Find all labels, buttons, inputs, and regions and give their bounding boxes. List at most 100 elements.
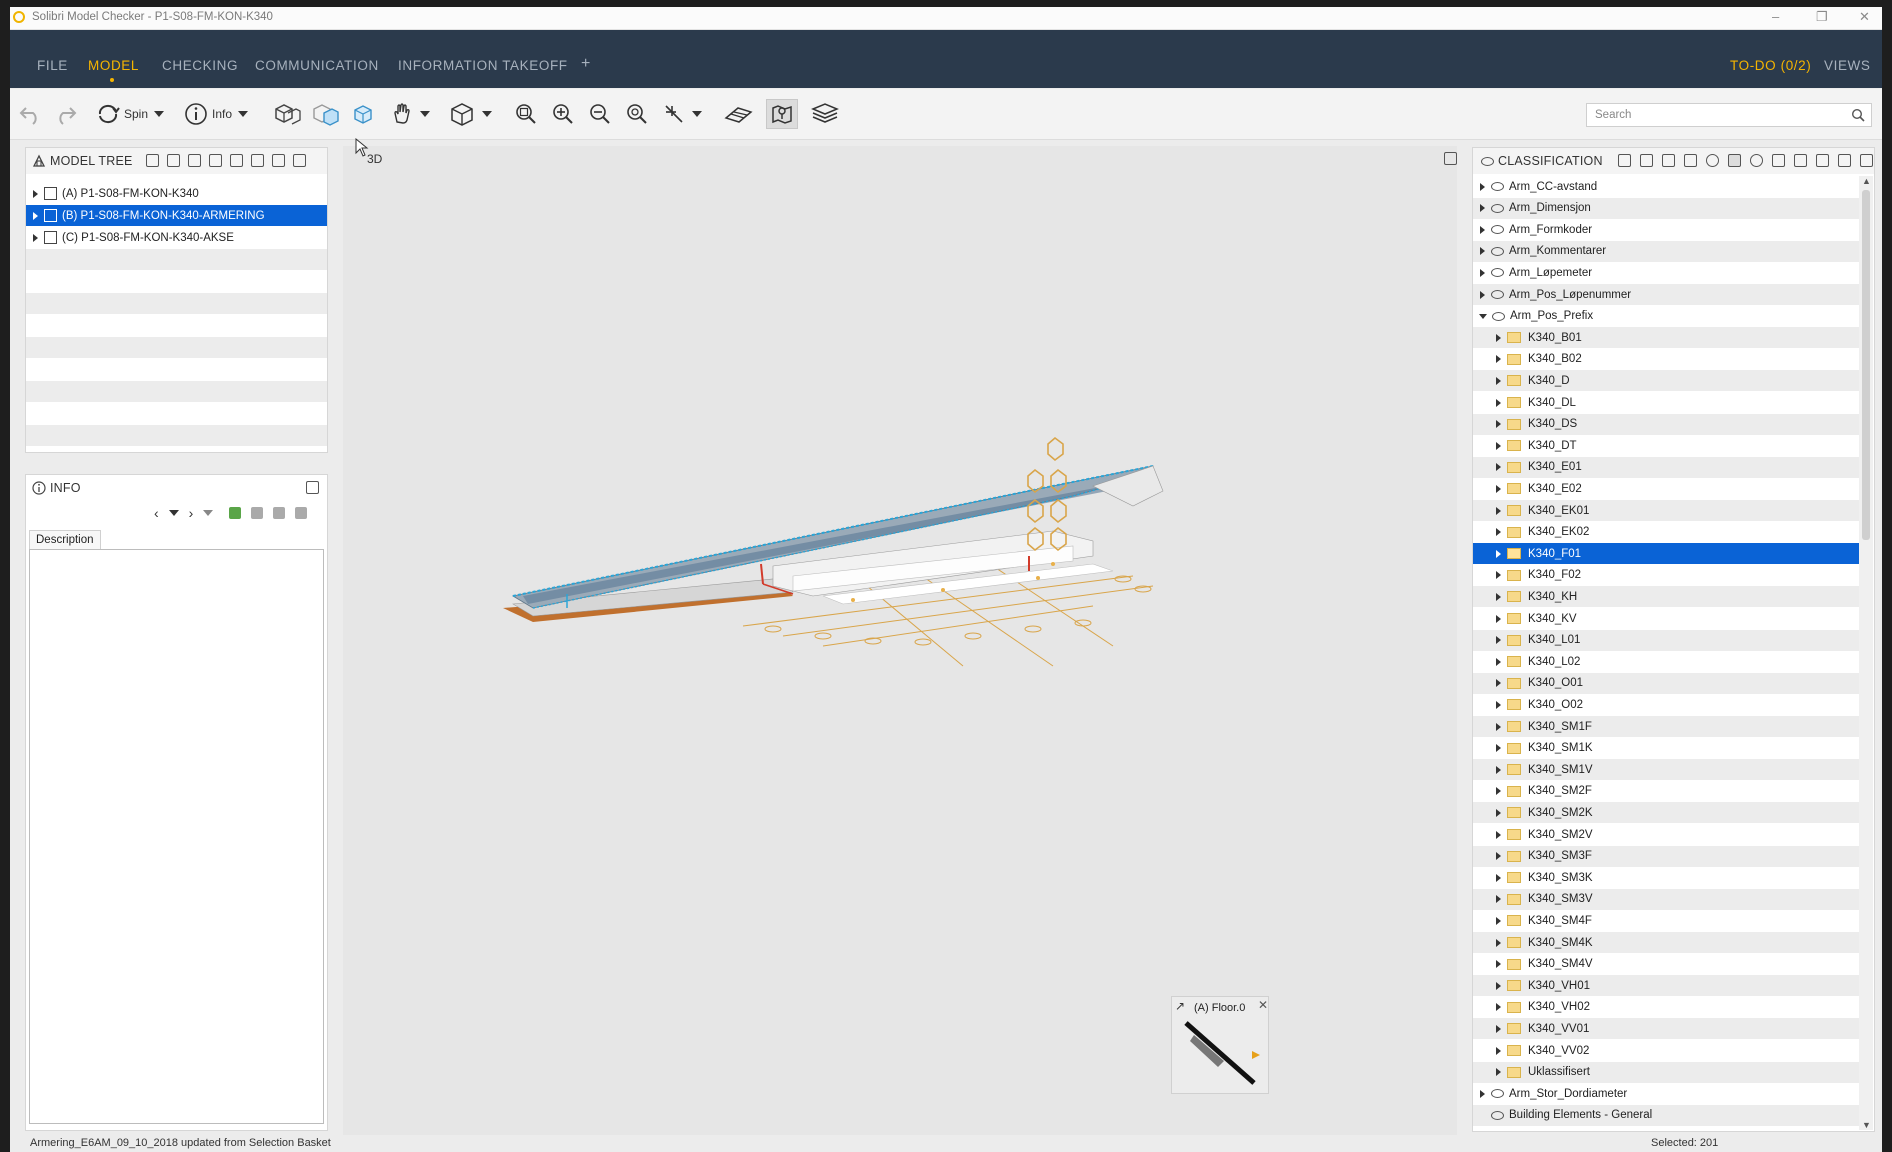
floor-navigator[interactable]: ↗ (A) Floor.0 ✕ bbox=[1171, 996, 1269, 1094]
menu-checking[interactable]: CHECKING bbox=[162, 58, 238, 73]
classification-item[interactable]: K340_KH bbox=[1473, 586, 1859, 608]
menu-file[interactable]: FILE bbox=[37, 58, 68, 73]
expand-icon[interactable] bbox=[1496, 657, 1501, 666]
expand-icon[interactable] bbox=[1496, 398, 1501, 407]
tree-maximize-icon[interactable] bbox=[293, 154, 306, 167]
expand-icon[interactable] bbox=[1496, 420, 1501, 429]
floor-plan-button[interactable] bbox=[766, 99, 798, 129]
class-add-basket-icon[interactable] bbox=[1794, 154, 1807, 167]
classification-item[interactable]: K340_EK02 bbox=[1473, 522, 1859, 543]
expand-icon[interactable] bbox=[1496, 895, 1501, 904]
class-edit-icon[interactable] bbox=[1772, 154, 1785, 167]
expand-icon[interactable] bbox=[1496, 722, 1501, 731]
classification-item[interactable]: K340_SM1V bbox=[1473, 759, 1859, 781]
expand-icon[interactable] bbox=[1496, 960, 1501, 969]
scroll-down-icon[interactable]: ▼ bbox=[1862, 1120, 1871, 1130]
classification-item-selected[interactable]: K340_F01 bbox=[1473, 543, 1859, 565]
classification-item[interactable]: Uklassifisert bbox=[1473, 1061, 1859, 1083]
classification-row[interactable]: Arm_CC-avstand bbox=[1473, 176, 1859, 197]
expand-icon[interactable] bbox=[1496, 636, 1501, 645]
expand-icon[interactable] bbox=[1480, 1089, 1485, 1098]
zoom-all-icon[interactable] bbox=[514, 101, 538, 127]
expand-icon[interactable] bbox=[1480, 182, 1485, 191]
classification-item[interactable]: K340_SM1F bbox=[1473, 716, 1859, 737]
tree-remove-icon[interactable] bbox=[251, 154, 264, 167]
show-selected-icon[interactable] bbox=[310, 101, 340, 127]
zoom-in-icon[interactable] bbox=[551, 101, 575, 127]
expand-icon[interactable] bbox=[1496, 484, 1501, 493]
zoom-selected-icon[interactable] bbox=[625, 101, 649, 127]
classification-row[interactable]: Arm_Stor_Dordiameter bbox=[1473, 1083, 1859, 1104]
close-button[interactable]: ✕ bbox=[1859, 9, 1870, 25]
viewport-maximize-icon[interactable] bbox=[1444, 152, 1457, 165]
select-tool-button[interactable] bbox=[662, 101, 702, 127]
expand-icon[interactable] bbox=[1496, 333, 1501, 342]
layers-icon[interactable] bbox=[810, 101, 840, 127]
info-button[interactable]: Info bbox=[184, 101, 249, 127]
classification-item[interactable]: K340_DL bbox=[1473, 392, 1859, 413]
show-all-icon[interactable] bbox=[272, 101, 302, 127]
expand-icon[interactable] bbox=[1496, 592, 1501, 601]
classification-item[interactable]: K340_O01 bbox=[1473, 672, 1859, 694]
class-visibility-icon[interactable] bbox=[1728, 154, 1741, 167]
expand-icon[interactable] bbox=[1496, 376, 1501, 385]
expand-icon[interactable] bbox=[1496, 614, 1501, 623]
scrollbar-thumb[interactable] bbox=[1862, 190, 1870, 540]
undo-icon[interactable] bbox=[18, 101, 44, 127]
classification-scrollbar[interactable]: ▲ ▼ bbox=[1859, 176, 1873, 1130]
restore-button[interactable]: ❐ bbox=[1816, 9, 1828, 25]
class-tree-icon[interactable] bbox=[1640, 154, 1653, 167]
add-to-basket-icon[interactable] bbox=[229, 507, 242, 519]
classification-item[interactable]: K340_DT bbox=[1473, 435, 1859, 456]
expand-icon[interactable] bbox=[1480, 290, 1485, 299]
classification-item[interactable]: K340_L02 bbox=[1473, 651, 1859, 672]
expand-icon[interactable] bbox=[1496, 744, 1501, 753]
class-open-folder-icon[interactable] bbox=[1684, 154, 1697, 167]
tree-hierarchy-icon[interactable] bbox=[146, 154, 159, 167]
info-maximize-icon[interactable] bbox=[306, 481, 319, 494]
expand-icon[interactable] bbox=[1480, 225, 1485, 234]
zoom-out-icon[interactable] bbox=[588, 101, 612, 127]
expand-icon[interactable] bbox=[1496, 528, 1501, 537]
classification-item[interactable]: K340_SM4V bbox=[1473, 954, 1859, 975]
expand-icon[interactable] bbox=[1496, 506, 1501, 515]
expand-icon[interactable] bbox=[1496, 355, 1501, 364]
expand-icon[interactable] bbox=[1496, 938, 1501, 947]
search-field[interactable]: Search bbox=[1586, 103, 1872, 127]
class-hierarchy-icon[interactable] bbox=[1618, 154, 1631, 167]
expand-icon[interactable] bbox=[1496, 916, 1501, 925]
tree-discipline-icon[interactable] bbox=[209, 154, 222, 167]
class-new-icon[interactable] bbox=[1662, 154, 1675, 167]
classification-item[interactable]: K340_EK01 bbox=[1473, 500, 1859, 521]
expand-icon[interactable] bbox=[1496, 679, 1501, 688]
classification-item[interactable]: K340_SM2K bbox=[1473, 802, 1859, 824]
expand-icon[interactable] bbox=[1496, 463, 1501, 472]
back-arrow-icon[interactable]: ‹ bbox=[154, 505, 159, 521]
classification-row[interactable]: Building Elements - General bbox=[1473, 1104, 1859, 1126]
expand-icon[interactable] bbox=[1496, 1068, 1501, 1077]
basket-icon[interactable] bbox=[251, 507, 264, 519]
expand-icon[interactable] bbox=[1496, 852, 1501, 861]
expand-icon[interactable] bbox=[1496, 787, 1501, 796]
tree-add-icon[interactable] bbox=[230, 154, 243, 167]
tree-component-icon[interactable] bbox=[188, 154, 201, 167]
classification-item[interactable]: K340_O02 bbox=[1473, 694, 1859, 715]
class-settings-icon[interactable] bbox=[1750, 154, 1763, 167]
expand-icon[interactable] bbox=[1496, 830, 1501, 839]
expand-icon[interactable] bbox=[1496, 1046, 1501, 1055]
todo-button[interactable]: TO-DO (0/2) bbox=[1730, 58, 1811, 73]
scroll-up-icon[interactable]: ▲ bbox=[1862, 176, 1871, 186]
tab-description[interactable]: Description bbox=[29, 530, 101, 549]
expand-icon[interactable] bbox=[33, 233, 38, 242]
tree-basket-icon[interactable] bbox=[272, 154, 285, 167]
view-cube-button[interactable] bbox=[448, 101, 492, 127]
expand-icon[interactable] bbox=[1496, 1024, 1501, 1033]
tree-spatial-icon[interactable] bbox=[167, 154, 180, 167]
classification-item[interactable]: K340_D bbox=[1473, 370, 1859, 392]
classification-item[interactable]: K340_B02 bbox=[1473, 349, 1859, 370]
spin-button[interactable]: Spin bbox=[96, 101, 165, 127]
menu-communication[interactable]: COMMUNICATION bbox=[255, 58, 379, 73]
classification-item[interactable]: K340_L01 bbox=[1473, 629, 1859, 651]
expand-icon[interactable] bbox=[1496, 571, 1501, 580]
expand-icon[interactable] bbox=[1496, 765, 1501, 774]
